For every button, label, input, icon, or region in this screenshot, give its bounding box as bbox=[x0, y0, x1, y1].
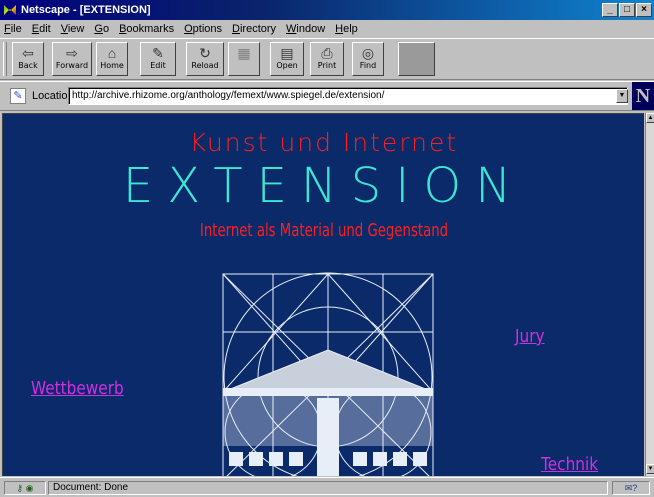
reload-icon: ↻ bbox=[199, 45, 211, 61]
navigation-toolbar: ⇦ Back ⇨ Forward ⌂ Home ✎ Edit ↻ Reload … bbox=[0, 38, 654, 80]
scroll-up-icon[interactable]: ▲ bbox=[646, 113, 654, 123]
reload-button[interactable]: ↻ Reload bbox=[186, 42, 224, 76]
pencil-icon: ✎ bbox=[152, 45, 164, 61]
maximize-button[interactable]: □ bbox=[619, 3, 635, 17]
forward-button[interactable]: ⇨ Forward bbox=[52, 42, 92, 76]
toolbar-grip[interactable] bbox=[3, 42, 7, 76]
netscape-n-logo[interactable]: N bbox=[632, 82, 654, 110]
forward-arrow-icon: ⇨ bbox=[66, 45, 78, 61]
location-url-field[interactable]: http://archive.rhizome.org/anthology/fem… bbox=[68, 87, 628, 105]
netscape-logo-icon bbox=[3, 3, 17, 17]
bookmark-page-icon[interactable]: ✎ bbox=[10, 88, 26, 104]
menu-options[interactable]: Options bbox=[184, 23, 222, 35]
geometric-artwork bbox=[222, 272, 434, 476]
link-technik[interactable]: Technik bbox=[541, 454, 598, 475]
status-text: Document: Done bbox=[48, 481, 608, 495]
window-title: Netscape - [EXTENSION] bbox=[21, 4, 151, 16]
throbber-box bbox=[398, 42, 435, 76]
vertical-scrollbar[interactable]: ▲ ▼ bbox=[645, 113, 654, 476]
heading-kunst-und-internet: Kunst und Internet bbox=[189, 128, 459, 157]
back-button[interactable]: ⇦ Back bbox=[12, 42, 44, 76]
chevron-down-icon[interactable]: ▼ bbox=[616, 89, 628, 103]
print-button[interactable]: ⎙ Print bbox=[310, 42, 344, 76]
binoculars-icon: ◎ bbox=[361, 45, 375, 61]
images-icon: ▦ bbox=[237, 45, 251, 61]
printer-icon: ⎙ bbox=[321, 45, 333, 61]
menu-file[interactable]: File bbox=[4, 23, 22, 35]
status-bar: ⚷ ◉ Document: Done ✉? bbox=[0, 477, 654, 497]
menu-bookmarks[interactable]: Bookmarks bbox=[119, 23, 174, 35]
security-key-icon[interactable]: ⚷ ◉ bbox=[4, 481, 46, 495]
subheading: Internet als Material und Gegenstand bbox=[199, 220, 449, 241]
home-button[interactable]: ⌂ Home bbox=[96, 42, 128, 76]
link-wettbewerb[interactable]: Wettbewerb bbox=[31, 378, 124, 399]
menu-help[interactable]: Help bbox=[335, 23, 358, 35]
menu-view[interactable]: View bbox=[61, 23, 85, 35]
find-button[interactable]: ◎ Find bbox=[352, 42, 384, 76]
open-button[interactable]: ▤ Open bbox=[270, 42, 304, 76]
minimize-button[interactable]: _ bbox=[602, 3, 618, 17]
close-button[interactable]: × bbox=[636, 3, 652, 17]
menu-directory[interactable]: Directory bbox=[232, 23, 276, 35]
open-icon: ▤ bbox=[280, 45, 294, 61]
heading-extension: EXTENSION bbox=[122, 158, 526, 214]
menu-edit[interactable]: Edit bbox=[32, 23, 51, 35]
title-bar: Netscape - [EXTENSION] _ □ × bbox=[0, 0, 654, 20]
edit-button[interactable]: ✎ Edit bbox=[140, 42, 176, 76]
page-content: Kunst und Internet EXTENSION Internet al… bbox=[2, 113, 644, 476]
images-button[interactable]: ▦ bbox=[228, 42, 260, 76]
link-jury[interactable]: Jury bbox=[515, 326, 545, 347]
menu-go[interactable]: Go bbox=[94, 23, 109, 35]
mail-icon[interactable]: ✉? bbox=[612, 481, 650, 495]
home-icon: ⌂ bbox=[107, 45, 117, 61]
back-arrow-icon: ⇦ bbox=[22, 45, 34, 61]
scroll-down-icon[interactable]: ▼ bbox=[646, 464, 654, 474]
location-bar: ✎ Location: http://archive.rhizome.org/a… bbox=[0, 81, 654, 111]
window-controls: _ □ × bbox=[601, 3, 652, 17]
menu-bar: File Edit View Go Bookmarks Options Dire… bbox=[0, 20, 654, 38]
menu-window[interactable]: Window bbox=[286, 23, 325, 35]
